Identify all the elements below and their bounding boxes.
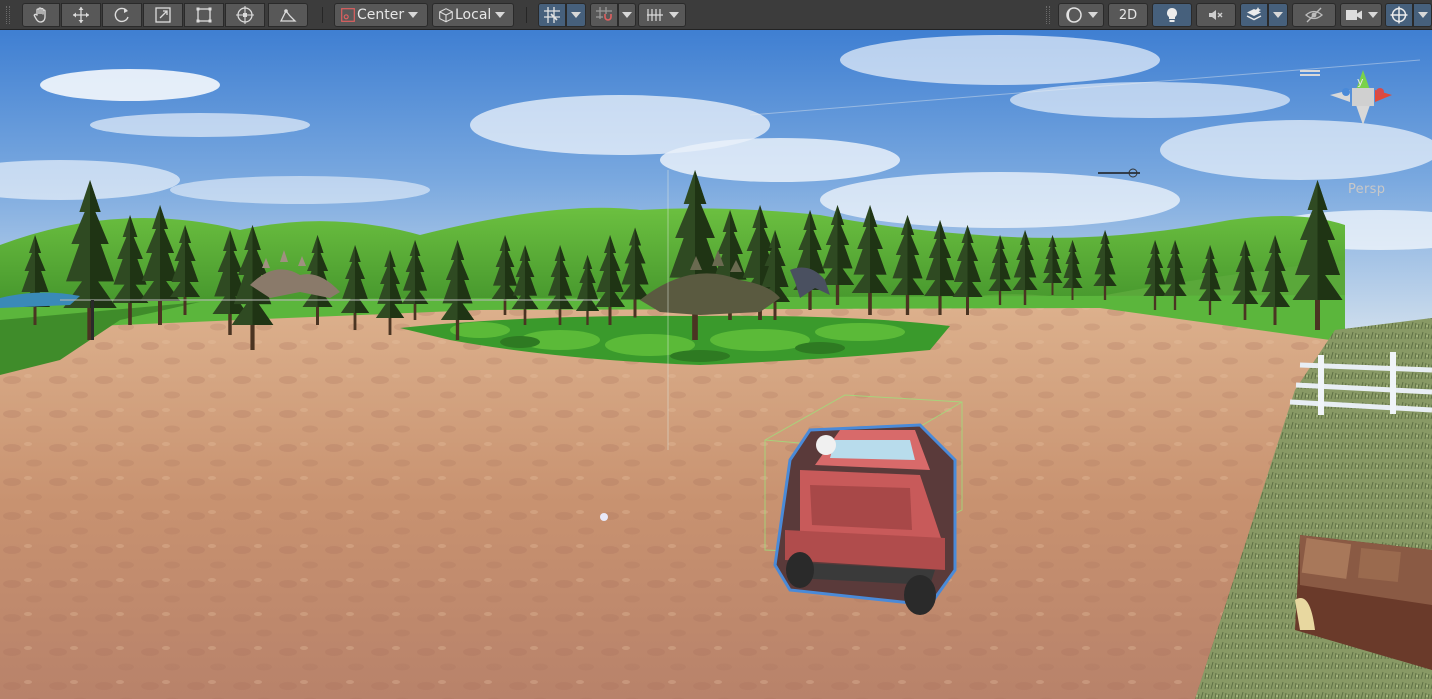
chevron-down-icon [1088, 12, 1098, 18]
transform-tool-button[interactable] [225, 3, 265, 27]
toolbar-grip-right[interactable] [1046, 6, 1050, 24]
move-icon [73, 7, 89, 23]
scale-tool-button[interactable] [143, 3, 183, 27]
view-2d-label: 2D [1118, 7, 1138, 23]
increment-snap-dropdown[interactable] [618, 3, 636, 27]
increment-snap-icon [596, 7, 612, 21]
gizmo-axis-y-label: y [1357, 75, 1364, 88]
scene-viewport[interactable]: y Persp [0, 30, 1432, 699]
grid-snap-toggle[interactable] [538, 3, 566, 27]
transform-icon [236, 6, 254, 24]
chevron-down-icon [1368, 12, 1378, 18]
grid-visibility-dropdown[interactable] [638, 3, 686, 27]
chevron-down-icon [1417, 12, 1428, 18]
scene-effects-toggle[interactable] [1240, 3, 1268, 27]
toolbar-grip[interactable] [6, 6, 10, 24]
shading-mode-dropdown[interactable] [1058, 3, 1104, 27]
chevron-down-icon [1273, 12, 1283, 18]
scene-toolbar: Center Local 2D [0, 0, 1432, 30]
audio-icon [1209, 10, 1223, 20]
pivot-center-icon [341, 8, 355, 22]
gizmos-dropdown[interactable] [1413, 3, 1432, 27]
custom-tool-button[interactable] [268, 3, 308, 27]
gizmos-toggle[interactable] [1385, 3, 1413, 27]
move-tool-button[interactable] [61, 3, 101, 27]
rotate-icon [114, 7, 129, 23]
scene-audio-toggle[interactable] [1196, 3, 1236, 27]
hand-tool-button[interactable] [22, 3, 60, 27]
grid-visibility-icon [647, 9, 663, 21]
grid-snap-icon [544, 7, 560, 23]
camera-mode-label[interactable]: Persp [1348, 182, 1385, 197]
scene-visibility-toggle[interactable] [1292, 3, 1336, 27]
chevron-down-icon [495, 12, 506, 18]
custom-tool-icon [279, 9, 297, 22]
grid-snap-dropdown[interactable] [566, 3, 586, 27]
lighting-icon [1167, 8, 1177, 22]
rect-tool-button[interactable] [184, 3, 224, 27]
scene-render [0, 30, 1432, 699]
pivot-rotation-label: Local [455, 7, 492, 23]
chevron-down-icon [408, 12, 419, 18]
shading-icon [1066, 7, 1082, 23]
pivot-rotation-dropdown[interactable]: Local [432, 3, 514, 27]
rect-icon [196, 7, 212, 23]
visibility-icon [1305, 7, 1323, 23]
gizmos-icon [1390, 6, 1408, 24]
increment-snap-toggle[interactable] [590, 3, 618, 27]
pivot-mode-label: Center [357, 7, 405, 23]
camera-settings-dropdown[interactable] [1340, 3, 1382, 27]
view-2d-toggle[interactable]: 2D [1108, 3, 1148, 27]
local-cube-icon [439, 8, 453, 23]
chevron-down-icon [571, 12, 581, 18]
chevron-down-icon [669, 12, 679, 18]
effects-icon [1246, 7, 1262, 21]
scale-icon [155, 7, 171, 23]
gizmo-menu-icon[interactable] [1300, 70, 1320, 76]
scene-effects-dropdown[interactable] [1268, 3, 1288, 27]
scene-lighting-toggle[interactable] [1152, 3, 1192, 27]
camera-icon [1346, 10, 1362, 20]
hand-icon [33, 7, 46, 23]
pivot-mode-dropdown[interactable]: Center [334, 3, 428, 27]
rotate-tool-button[interactable] [102, 3, 142, 27]
chevron-down-icon [622, 12, 632, 18]
